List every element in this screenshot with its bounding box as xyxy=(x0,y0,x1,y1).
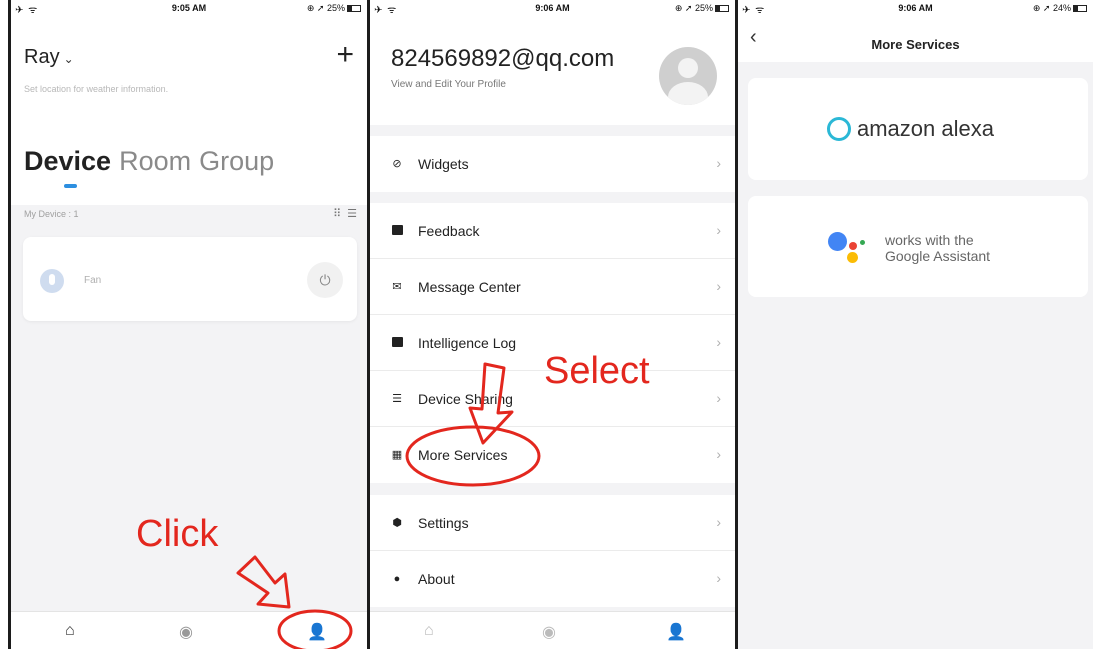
chevron-right-icon: › xyxy=(716,334,721,350)
battery-icon xyxy=(715,5,729,12)
alexa-label: amazon alexa xyxy=(857,116,994,141)
device-name: Fan xyxy=(84,275,102,286)
battery-icon xyxy=(347,5,361,12)
google-line2: Google Assistant xyxy=(885,248,991,264)
profile-tab-icon[interactable]: 👤 xyxy=(666,622,686,642)
chevron-down-icon: ⌄ xyxy=(63,52,74,66)
menu-item-widgets[interactable]: ⊘ Widgets › xyxy=(370,136,735,192)
status-bar: ✈ ᯤ 9:05 AM ⊕ ➚ 25% xyxy=(11,0,367,16)
status-bar: ✈ ᯤ 9:06 AM ⊕ ➚ 24% xyxy=(738,0,1093,16)
home-name: Ray xyxy=(24,46,60,68)
mail-icon: ✉ xyxy=(392,281,402,293)
menu-label: More Services xyxy=(418,447,508,463)
google-assistant-card[interactable]: works with the Google Assistant xyxy=(748,196,1088,297)
google-assistant-label: works with the Google Assistant xyxy=(885,232,990,264)
menu-item-feedback[interactable]: Feedback › xyxy=(370,203,735,259)
chevron-right-icon: › xyxy=(716,390,721,406)
battery-status: ⊕ ➚ 25% xyxy=(675,3,729,14)
home-tab-icon[interactable]: ⌂ xyxy=(65,622,75,640)
amazon-alexa-card[interactable]: amazon alexa xyxy=(748,78,1088,180)
profile-screen: ✈ ᯤ 9:06 AM ⊕ ➚ 25% 824569892@qq.com Vie… xyxy=(370,0,738,649)
grid-view-icon[interactable]: ⠿ xyxy=(333,207,341,220)
device-count: My Device : 1 xyxy=(24,209,79,219)
smart-tab-icon[interactable]: ◉ xyxy=(542,622,556,642)
share-icon: ☰ xyxy=(392,393,402,405)
profile-tab-icon[interactable]: 👤 xyxy=(307,622,327,642)
feedback-icon xyxy=(391,225,403,237)
view-toggle: ⠿ ☰ xyxy=(333,207,357,220)
home-screen: ✈ ᯤ 9:05 AM ⊕ ➚ 25% Ray ⌄ Set location f… xyxy=(8,0,370,649)
home-selector[interactable]: Ray ⌄ xyxy=(24,46,74,69)
chevron-right-icon: › xyxy=(716,222,721,238)
home-tab-icon[interactable]: ⌂ xyxy=(424,622,434,640)
menu-label: Widgets xyxy=(418,156,469,172)
list-view-icon[interactable]: ☰ xyxy=(347,207,357,220)
menu-item-about[interactable]: ● About › xyxy=(370,551,735,607)
alexa-logo: amazon alexa xyxy=(827,116,994,142)
weather-location-hint[interactable]: Set location for weather information. xyxy=(24,84,168,94)
battery-status: ⊕ ➚ 24% xyxy=(1033,3,1087,14)
menu-label: Settings xyxy=(418,515,469,531)
page-title: More Services xyxy=(871,37,960,52)
profile-header[interactable]: 824569892@qq.com View and Edit Your Prof… xyxy=(370,16,735,125)
tutorial-image: ✈ ᯤ 9:05 AM ⊕ ➚ 25% Ray ⌄ Set location f… xyxy=(0,0,1093,649)
google-assistant-icon xyxy=(828,228,872,270)
gear-icon: ⬢ xyxy=(392,517,402,529)
menu-group-widgets: ⊘ Widgets › xyxy=(370,136,735,192)
active-tab-indicator xyxy=(64,184,77,188)
tab-room[interactable]: Room xyxy=(119,146,191,177)
menu-label: Message Center xyxy=(418,279,521,295)
select-annotation: Select xyxy=(544,350,650,392)
widgets-icon: ⊘ xyxy=(392,158,402,170)
battery-percent: ⊕ ➚ 25% xyxy=(306,3,345,13)
menu-item-more-services[interactable]: ▦ More Services › xyxy=(370,427,735,483)
tab-device[interactable]: Device xyxy=(24,146,111,177)
device-card-fan[interactable]: Fan ⏻ xyxy=(23,237,357,321)
alexa-ring-icon xyxy=(827,117,851,141)
grid-icon: ▦ xyxy=(391,449,403,461)
chevron-right-icon: › xyxy=(716,278,721,294)
menu-label: Device Sharing xyxy=(418,391,513,407)
status-bar: ✈ ᯤ 9:06 AM ⊕ ➚ 25% xyxy=(370,0,735,16)
edit-profile-link[interactable]: View and Edit Your Profile xyxy=(391,79,506,90)
more-services-screen: ✈ ᯤ 9:06 AM ⊕ ➚ 24% ‹ More Services amaz… xyxy=(738,0,1093,649)
bottom-tab-bar: ⌂ ◉ 👤 xyxy=(11,611,367,649)
menu-item-message-center[interactable]: ✉ Message Center › xyxy=(370,259,735,315)
chevron-right-icon: › xyxy=(716,570,721,586)
info-icon: ● xyxy=(393,573,401,585)
tab-group[interactable]: Group xyxy=(199,146,274,177)
menu-item-settings[interactable]: ⬢ Settings › xyxy=(370,495,735,551)
battery-percent: ⊕ ➚ 25% xyxy=(674,3,713,13)
battery-status: ⊕ ➚ 25% xyxy=(307,3,361,14)
menu-label: Feedback xyxy=(418,223,480,239)
battery-icon xyxy=(1073,5,1087,12)
home-tabs: Device Room Group xyxy=(24,146,274,177)
avatar[interactable] xyxy=(659,47,717,105)
menu-group-settings: ⬢ Settings › ● About › xyxy=(370,495,735,607)
fan-device-icon xyxy=(40,269,64,293)
click-annotation: Click xyxy=(136,513,219,555)
add-device-button[interactable]: + xyxy=(336,40,354,70)
log-icon xyxy=(391,337,403,349)
chevron-right-icon: › xyxy=(716,514,721,530)
menu-group-main: Feedback › ✉ Message Center › Intelligen… xyxy=(370,203,735,483)
battery-percent: ⊕ ➚ 24% xyxy=(1032,3,1071,13)
account-email: 824569892@qq.com xyxy=(391,45,615,72)
nav-bar: ‹ More Services xyxy=(738,16,1093,62)
bottom-tab-bar: ⌂ ◉ 👤 xyxy=(370,611,735,649)
google-line1: works with the xyxy=(885,232,974,248)
smart-tab-icon[interactable]: ◉ xyxy=(179,622,193,642)
menu-label: About xyxy=(418,571,455,587)
power-button[interactable]: ⏻ xyxy=(307,262,343,298)
chevron-right-icon: › xyxy=(716,155,721,171)
menu-label: Intelligence Log xyxy=(418,335,517,351)
chevron-right-icon: › xyxy=(716,446,721,462)
